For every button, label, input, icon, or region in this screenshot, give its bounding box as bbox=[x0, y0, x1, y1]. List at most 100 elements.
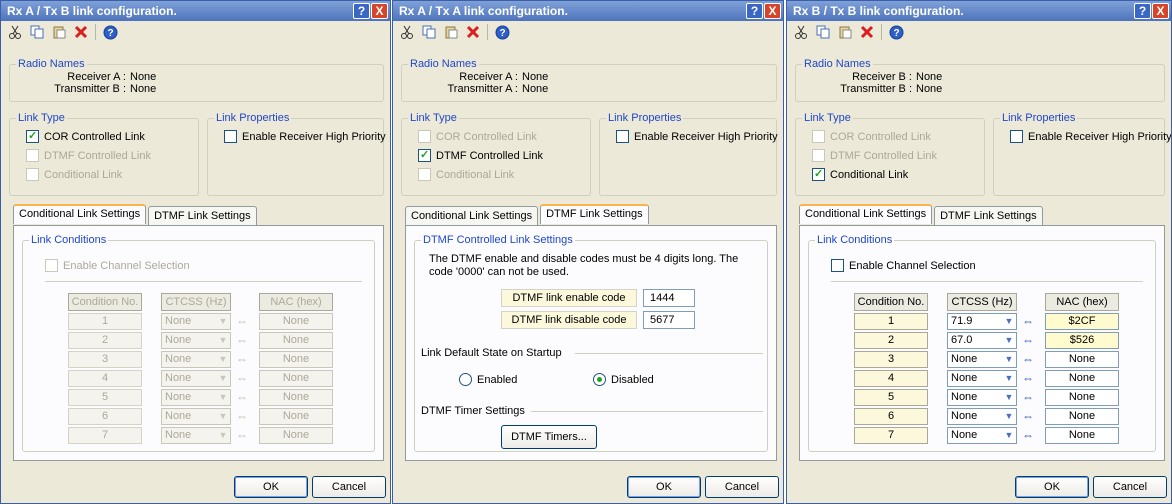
disabled-radio-option[interactable]: Disabled bbox=[593, 373, 654, 386]
nac-input[interactable]: None bbox=[259, 313, 333, 330]
cor-controlled-option[interactable]: ✓ COR Controlled Link bbox=[26, 130, 145, 143]
title-help-icon[interactable]: ? bbox=[746, 3, 763, 19]
title-close-icon[interactable]: X bbox=[764, 3, 781, 19]
ok-button[interactable]: OK bbox=[627, 476, 701, 498]
dtmf-controlled-option[interactable]: ✓ DTMF Controlled Link bbox=[418, 149, 543, 162]
nac-input[interactable]: None bbox=[1045, 351, 1119, 368]
enable-priority-option[interactable]: Enable Receiver High Priority bbox=[224, 130, 386, 143]
cor-controlled-checkbox[interactable]: ✓ bbox=[26, 130, 39, 143]
conditional-link-checkbox[interactable] bbox=[26, 168, 39, 181]
conditional-link-checkbox[interactable]: ✓ bbox=[812, 168, 825, 181]
enable-channel-checkbox[interactable] bbox=[831, 259, 844, 272]
cut-icon[interactable] bbox=[399, 24, 415, 40]
disable-code-input[interactable]: 5677 bbox=[643, 311, 695, 329]
ctcss-select[interactable]: None ▼ bbox=[947, 351, 1017, 368]
cut-icon[interactable] bbox=[793, 24, 809, 40]
chevron-down-icon[interactable]: ▼ bbox=[216, 333, 230, 348]
chevron-down-icon[interactable]: ▼ bbox=[1002, 314, 1016, 329]
enable-priority-checkbox[interactable] bbox=[1010, 130, 1023, 143]
title-close-icon[interactable]: X bbox=[1152, 3, 1169, 19]
chevron-down-icon[interactable]: ▼ bbox=[216, 409, 230, 424]
ctcss-select[interactable]: None ▼ bbox=[947, 389, 1017, 406]
chevron-down-icon[interactable]: ▼ bbox=[1002, 333, 1016, 348]
enable-priority-checkbox[interactable] bbox=[616, 130, 629, 143]
ctcss-select[interactable]: None ▼ bbox=[947, 370, 1017, 387]
conditional-link-option[interactable]: ✓ Conditional Link bbox=[812, 168, 908, 181]
enable-code-input[interactable]: 1444 bbox=[643, 289, 695, 307]
help-icon[interactable]: ? bbox=[494, 24, 510, 40]
paste-icon[interactable] bbox=[51, 24, 67, 40]
cor-controlled-option[interactable]: COR Controlled Link bbox=[418, 130, 537, 143]
delete-icon[interactable] bbox=[73, 24, 89, 40]
ctcss-select[interactable]: 71.9 ▼ bbox=[947, 313, 1017, 330]
cancel-button[interactable]: Cancel bbox=[312, 476, 386, 498]
nac-input[interactable]: None bbox=[1045, 370, 1119, 387]
dtmf-controlled-checkbox[interactable] bbox=[812, 149, 825, 162]
title-help-icon[interactable]: ? bbox=[353, 3, 370, 19]
enabled-radio-option[interactable]: Enabled bbox=[459, 373, 517, 386]
tab-dtmf-link-settings[interactable]: DTMF Link Settings bbox=[148, 206, 257, 226]
enable-channel-option[interactable]: Enable Channel Selection bbox=[45, 259, 190, 272]
ctcss-select[interactable]: None ▼ bbox=[947, 408, 1017, 425]
dtmf-controlled-option[interactable]: DTMF Controlled Link bbox=[812, 149, 937, 162]
ctcss-select[interactable]: None ▼ bbox=[161, 389, 231, 406]
chevron-down-icon[interactable]: ▼ bbox=[1002, 428, 1016, 443]
nac-input[interactable]: None bbox=[259, 427, 333, 444]
copy-icon[interactable] bbox=[29, 24, 45, 40]
chevron-down-icon[interactable]: ▼ bbox=[216, 390, 230, 405]
copy-icon[interactable] bbox=[421, 24, 437, 40]
chevron-down-icon[interactable]: ▼ bbox=[1002, 390, 1016, 405]
chevron-down-icon[interactable]: ▼ bbox=[216, 371, 230, 386]
cancel-button[interactable]: Cancel bbox=[705, 476, 779, 498]
chevron-down-icon[interactable]: ▼ bbox=[216, 428, 230, 443]
nac-input[interactable]: None bbox=[259, 370, 333, 387]
enable-priority-option[interactable]: Enable Receiver High Priority bbox=[1010, 130, 1171, 143]
ctcss-select[interactable]: None ▼ bbox=[161, 351, 231, 368]
chevron-down-icon[interactable]: ▼ bbox=[1002, 409, 1016, 424]
paste-icon[interactable] bbox=[443, 24, 459, 40]
ctcss-select[interactable]: 67.0 ▼ bbox=[947, 332, 1017, 349]
ok-button[interactable]: OK bbox=[234, 476, 308, 498]
title-help-icon[interactable]: ? bbox=[1134, 3, 1151, 19]
enable-priority-checkbox[interactable] bbox=[224, 130, 237, 143]
dtmf-controlled-checkbox[interactable]: ✓ bbox=[418, 149, 431, 162]
disabled-radio[interactable] bbox=[593, 373, 606, 386]
nac-input[interactable]: None bbox=[1045, 427, 1119, 444]
ctcss-select[interactable]: None ▼ bbox=[161, 313, 231, 330]
enable-channel-option[interactable]: Enable Channel Selection bbox=[831, 259, 976, 272]
tab-dtmf-link-settings[interactable]: DTMF Link Settings bbox=[934, 206, 1043, 226]
cor-controlled-option[interactable]: COR Controlled Link bbox=[812, 130, 931, 143]
enable-channel-checkbox[interactable] bbox=[45, 259, 58, 272]
nac-input[interactable]: None bbox=[259, 389, 333, 406]
chevron-down-icon[interactable]: ▼ bbox=[216, 352, 230, 367]
tab-conditional-link-settings[interactable]: Conditional Link Settings bbox=[405, 206, 539, 226]
tab-conditional-link-settings[interactable]: Conditional Link Settings bbox=[799, 204, 933, 224]
help-icon[interactable]: ? bbox=[102, 24, 118, 40]
ctcss-select[interactable]: None ▼ bbox=[947, 427, 1017, 444]
nac-input[interactable]: None bbox=[259, 332, 333, 349]
nac-input[interactable]: $526 bbox=[1045, 332, 1119, 349]
tab-conditional-link-settings[interactable]: Conditional Link Settings bbox=[13, 204, 147, 224]
ctcss-select[interactable]: None ▼ bbox=[161, 332, 231, 349]
dtmf-controlled-option[interactable]: DTMF Controlled Link bbox=[26, 149, 151, 162]
dtmf-controlled-checkbox[interactable] bbox=[26, 149, 39, 162]
chevron-down-icon[interactable]: ▼ bbox=[216, 314, 230, 329]
delete-icon[interactable] bbox=[465, 24, 481, 40]
copy-icon[interactable] bbox=[815, 24, 831, 40]
nac-input[interactable]: None bbox=[259, 408, 333, 425]
nac-input[interactable]: $2CF bbox=[1045, 313, 1119, 330]
cut-icon[interactable] bbox=[7, 24, 23, 40]
cor-controlled-checkbox[interactable] bbox=[812, 130, 825, 143]
tab-dtmf-link-settings[interactable]: DTMF Link Settings bbox=[540, 204, 649, 224]
ctcss-select[interactable]: None ▼ bbox=[161, 427, 231, 444]
nac-input[interactable]: None bbox=[1045, 389, 1119, 406]
nac-input[interactable]: None bbox=[1045, 408, 1119, 425]
chevron-down-icon[interactable]: ▼ bbox=[1002, 371, 1016, 386]
cancel-button[interactable]: Cancel bbox=[1093, 476, 1167, 498]
help-icon[interactable]: ? bbox=[888, 24, 904, 40]
ctcss-select[interactable]: None ▼ bbox=[161, 370, 231, 387]
cor-controlled-checkbox[interactable] bbox=[418, 130, 431, 143]
conditional-link-option[interactable]: Conditional Link bbox=[26, 168, 122, 181]
enabled-radio[interactable] bbox=[459, 373, 472, 386]
chevron-down-icon[interactable]: ▼ bbox=[1002, 352, 1016, 367]
